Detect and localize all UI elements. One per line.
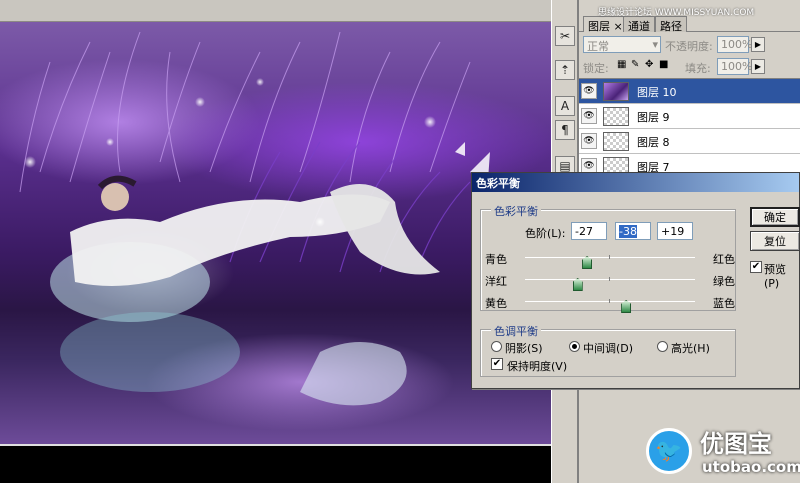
eye-icon[interactable]: 👁 [581, 108, 597, 124]
slider-left-label: 洋红 [485, 275, 507, 288]
slider-left-label: 黄色 [485, 297, 507, 310]
slider-handle[interactable] [621, 300, 632, 313]
slider-track [525, 299, 695, 313]
fill-value: 100% [721, 60, 753, 73]
layer-name: 图层 10 [637, 86, 677, 99]
layer-thumbnail [603, 107, 629, 126]
shadows-label[interactable]: 阴影(S) [505, 340, 543, 356]
midtones-radio[interactable] [569, 341, 580, 352]
magenta-green-slider[interactable]: 洋红 绿色 [485, 272, 735, 291]
color-balance-group: 色彩平衡 色阶(L): -27 -38 +19 青色 红色 洋红 绿色 黄色 蓝… [480, 203, 736, 313]
preserve-luminosity-label[interactable]: 保持明度(V) [507, 358, 567, 374]
slider-center-tick [609, 255, 610, 259]
highlights-radio[interactable] [657, 341, 668, 352]
highlights-label[interactable]: 高光(H) [671, 340, 710, 356]
watermark-logo: 🐦 优图宝 utobao.com [640, 420, 800, 483]
fill-label: 填充: [685, 62, 711, 75]
cyan-red-slider[interactable]: 青色 红色 [485, 250, 735, 269]
layer-row[interactable]: 👁 图层 8 [579, 129, 800, 154]
slider-handle[interactable] [582, 256, 593, 269]
lock-all-icon[interactable]: ■ [659, 59, 668, 70]
slider-left-label: 青色 [485, 253, 507, 266]
layer-list: 👁 图层 10 👁 图层 9 👁 图层 8 👁 图层 7 [579, 78, 800, 179]
slider-center-tick [609, 299, 610, 303]
watermark-logo-cn: 优图宝 [700, 430, 772, 458]
color-balance-group-title: 色彩平衡 [491, 203, 541, 219]
chevron-down-icon: ▾ [652, 38, 658, 51]
tab-channels-label: 通道 [628, 20, 650, 33]
text-tool-icon[interactable]: A [555, 96, 575, 116]
level-cyan-red-input[interactable]: -27 [571, 222, 607, 240]
opacity-value: 100% [721, 38, 753, 51]
dialog-title[interactable]: 色彩平衡 [472, 173, 799, 192]
levels-label: 色阶(L): [525, 227, 566, 240]
slider-track [525, 255, 695, 269]
slider-track [525, 277, 695, 291]
tab-channels[interactable]: 通道 [623, 16, 655, 33]
layer-row[interactable]: 👁 图层 9 [579, 104, 800, 129]
slider-handle[interactable] [572, 278, 583, 291]
shadows-radio[interactable] [491, 341, 502, 352]
lock-transparency-icon[interactable]: ▦ [617, 59, 626, 70]
tone-balance-group-title: 色调平衡 [491, 323, 541, 339]
fill-field[interactable]: 100% [717, 58, 753, 75]
twitter-bird-icon: 🐦 [646, 428, 692, 474]
layer-thumbnail [603, 132, 629, 151]
blend-row: 正常 ▾ 不透明度: 100% ▶ [583, 36, 797, 54]
layer-name: 图层 8 [637, 136, 670, 149]
fill-arrow-button[interactable]: ▶ [751, 59, 765, 74]
canvas-black-strip [0, 446, 578, 483]
layer-name: 图层 9 [637, 111, 670, 124]
scissors-icon[interactable]: ✂ [555, 26, 575, 46]
lock-row: 锁定: ▦ ✎ ✥ ■ 填充: 100% ▶ [583, 58, 797, 76]
watermark-logo-url: utobao.com [702, 458, 800, 476]
slider-right-label: 蓝色 [713, 297, 735, 310]
slider-right-label: 绿色 [713, 275, 735, 288]
tab-close-icon[interactable]: × [614, 20, 623, 33]
midtones-label[interactable]: 中间调(D) [583, 340, 633, 356]
opacity-label: 不透明度: [665, 40, 713, 53]
blend-mode-select[interactable]: 正常 ▾ [583, 36, 661, 53]
watermark-text: 思缘设计论坛 WWW.MISSYUAN.COM [598, 8, 755, 18]
eye-icon[interactable]: 👁 [581, 133, 597, 149]
usb-icon[interactable]: ⇡ [555, 60, 575, 80]
paragraph-icon[interactable]: ¶ [555, 120, 575, 140]
color-balance-dialog: 色彩平衡 色彩平衡 色阶(L): -27 -38 +19 青色 红色 洋红 绿色… [471, 172, 800, 389]
lock-move-icon[interactable]: ✥ [645, 59, 653, 70]
canvas-ruler-bar [0, 0, 578, 22]
opacity-arrow-button[interactable]: ▶ [751, 37, 765, 52]
ok-button-label: 确定 [764, 211, 786, 224]
tab-layers[interactable]: 图层 × [583, 16, 628, 33]
lock-paint-icon[interactable]: ✎ [631, 59, 639, 70]
opacity-field[interactable]: 100% [717, 36, 753, 53]
preview-checkbox[interactable]: ✔ [750, 261, 762, 273]
level-yellow-blue-value: +19 [661, 225, 685, 238]
blend-mode-value: 正常 [587, 40, 609, 53]
ok-button[interactable]: 确定 [750, 207, 800, 227]
yellow-blue-slider[interactable]: 黄色 蓝色 [485, 294, 735, 313]
preview-label[interactable]: 预览(P) [764, 261, 799, 290]
level-magenta-green-input[interactable]: -38 [615, 222, 651, 240]
level-cyan-red-value: -27 [575, 225, 593, 238]
tab-paths[interactable]: 路径 [655, 16, 687, 33]
layer-row[interactable]: 👁 图层 10 [579, 79, 800, 104]
slider-center-tick [609, 277, 610, 281]
eye-icon[interactable]: 👁 [581, 83, 597, 99]
tab-layers-label: 图层 [588, 20, 610, 33]
tone-balance-group: 色调平衡 阴影(S) 中间调(D) 高光(H) ✔ 保持明度(V) [480, 323, 736, 377]
lock-label: 锁定: [583, 62, 609, 75]
tab-paths-label: 路径 [660, 20, 682, 33]
preserve-luminosity-checkbox[interactable]: ✔ [491, 358, 503, 370]
reset-button[interactable]: 复位 [750, 231, 800, 251]
reset-button-label: 复位 [764, 235, 786, 248]
layer-thumbnail [603, 82, 629, 101]
photoshop-window: ✂ ⇡ A ¶ ▤ 图层 × 通道 路径 正常 ▾ 不透明度: 100% ▶ 锁… [0, 0, 800, 483]
level-magenta-green-value: -38 [619, 225, 637, 238]
level-yellow-blue-input[interactable]: +19 [657, 222, 693, 240]
slider-right-label: 红色 [713, 253, 735, 266]
